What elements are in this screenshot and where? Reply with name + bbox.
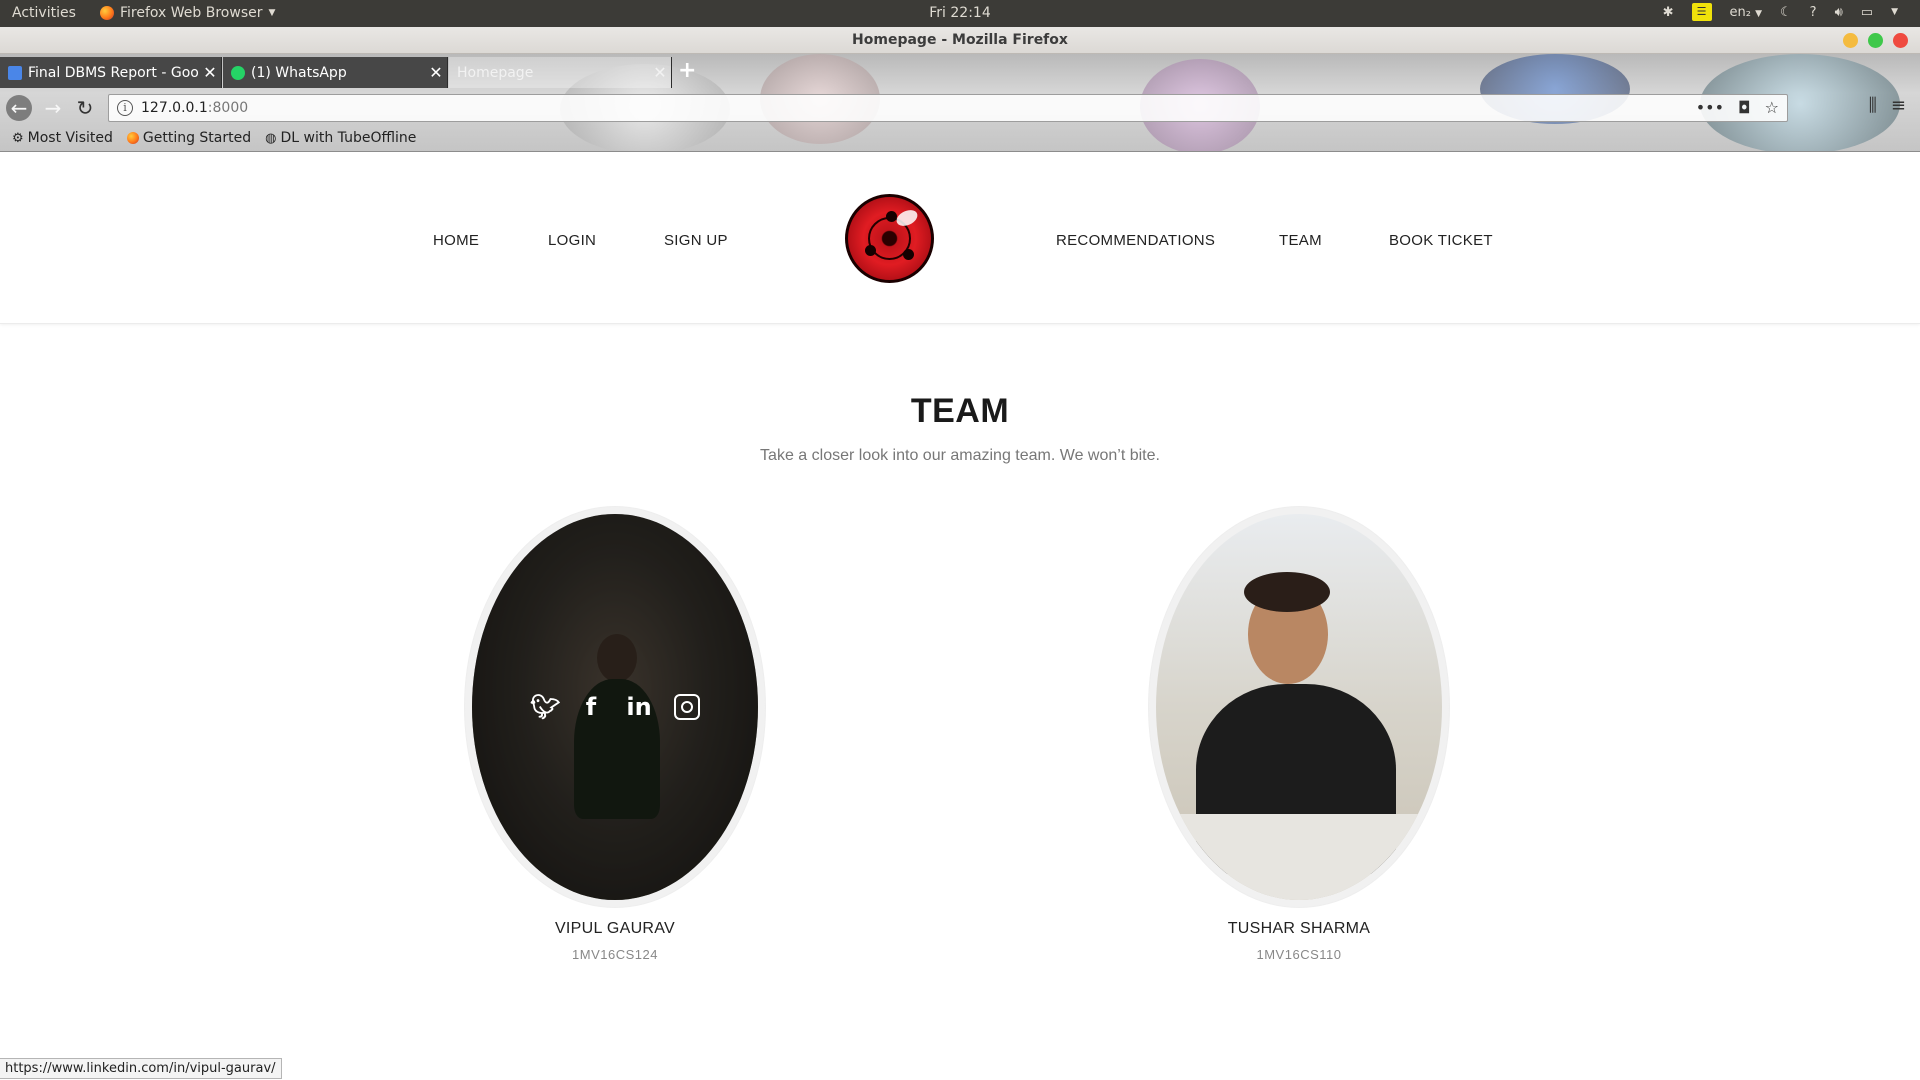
system-tray[interactable]: ✱ ☰ en₂ ▼ ☾ ? 🔊︎ ▭ ▼ — [1663, 3, 1898, 21]
member-name: VIPUL GAURAV — [554, 920, 676, 937]
status-url-preview: https://www.linkedin.com/in/vipul-gaurav… — [0, 1058, 282, 1079]
close-icon[interactable]: ✕ — [649, 63, 671, 82]
tab-homepage[interactable]: Homepage ✕ — [449, 57, 672, 88]
bluetooth-icon[interactable]: ✱ — [1663, 5, 1674, 20]
tab-title: (1) WhatsApp — [251, 64, 347, 81]
whatsapp-icon — [231, 65, 245, 80]
volume-icon[interactable]: 🔊︎ — [1835, 5, 1843, 20]
twitter-icon[interactable]: 🐦︎ — [530, 694, 560, 720]
bookmark-getting-started[interactable]: Getting Started — [126, 130, 252, 146]
language-label: en₂ — [1729, 4, 1751, 20]
language-indicator[interactable]: en₂ ▼ — [1730, 5, 1763, 20]
chevron-down-icon: ▼ — [1755, 8, 1763, 19]
tab-strip: Final DBMS Report - Goo ✕ (1) WhatsApp ✕… — [0, 54, 1920, 88]
close-window-button[interactable] — [1893, 33, 1908, 48]
tab-whatsapp[interactable]: (1) WhatsApp ✕ — [223, 57, 448, 88]
team-subtitle: Take a closer look into our amazing team… — [760, 447, 1160, 464]
page-actions-icon[interactable]: ••• — [1696, 98, 1724, 117]
library-icon[interactable]: ⫼ — [1869, 95, 1877, 116]
logo-tomoe — [903, 249, 914, 260]
system-top-bar: Activities Firefox Web Browser ▼ Fri 22:… — [0, 0, 1920, 27]
window-title: Homepage - Mozilla Firefox — [852, 32, 1068, 48]
url-text[interactable]: 127.0.0.1:8000 — [141, 100, 248, 116]
tab-title: Homepage — [457, 64, 534, 81]
member-photo-frame — [1149, 507, 1449, 907]
member-photo-frame: 🐦︎ f in ig — [465, 507, 765, 907]
nav-home[interactable]: HOME — [433, 232, 479, 249]
navigation-toolbar: ← → ↻ i 127.0.0.1:8000 ••• ◘ ☆ ⫼ ≡ — [0, 92, 1920, 124]
bookmark-star-icon[interactable]: ☆ — [1765, 98, 1779, 117]
maximize-button[interactable] — [1868, 33, 1883, 48]
nav-sign-up[interactable]: SIGN UP — [664, 232, 728, 249]
globe-icon: ◍ — [265, 130, 277, 146]
member-id: 1MV16CS110 — [1256, 947, 1342, 962]
gear-icon: ⚙ — [12, 130, 24, 146]
bookmark-label: DL with TubeOffline — [280, 130, 417, 146]
nav-team[interactable]: TEAM — [1279, 232, 1322, 249]
url-port: :8000 — [207, 100, 249, 116]
reload-button[interactable]: ↻ — [72, 95, 98, 121]
team-title: TEAM — [910, 392, 1010, 430]
chevron-down-icon[interactable]: ▼ — [1891, 7, 1898, 17]
close-icon[interactable]: ✕ — [199, 63, 221, 82]
back-button[interactable]: ← — [6, 95, 32, 121]
social-overlay: 🐦︎ f in ig — [472, 514, 758, 900]
bookmark-tubeoffline[interactable]: ◍ DL with TubeOffline — [265, 130, 416, 146]
night-light-icon[interactable]: ☾ — [1780, 5, 1792, 20]
address-bar-actions: ••• ◘ ☆ — [1696, 98, 1779, 117]
instagram-icon[interactable]: ig — [674, 694, 700, 720]
window-title-bar[interactable]: Homepage - Mozilla Firefox — [0, 27, 1920, 54]
member-id: 1MV16CS124 — [572, 947, 658, 962]
linkedin-icon[interactable]: in — [626, 694, 652, 720]
nav-login[interactable]: LOGIN — [548, 232, 596, 249]
member-photo[interactable] — [1156, 514, 1442, 900]
bookmark-label: Getting Started — [142, 130, 252, 146]
pocket-icon[interactable]: ◘ — [1738, 98, 1751, 117]
tab-dbms-report[interactable]: Final DBMS Report - Goo ✕ — [0, 57, 222, 88]
logo-tomoe — [865, 245, 876, 256]
desk — [1156, 814, 1442, 900]
battery-icon[interactable]: ▭ — [1861, 5, 1873, 20]
browser-chrome: Final DBMS Report - Goo ✕ (1) WhatsApp ✕… — [0, 54, 1920, 152]
bookmark-label: Most Visited — [27, 130, 113, 146]
help-icon[interactable]: ? — [1810, 5, 1817, 20]
person-hair — [1244, 572, 1330, 612]
url-host: 127.0.0.1 — [141, 100, 208, 116]
info-icon[interactable]: i — [117, 100, 133, 116]
site-logo[interactable] — [845, 194, 934, 283]
system-clock[interactable]: Fri 22:14 — [0, 5, 1920, 21]
nav-recommendations[interactable]: RECOMMENDATIONS — [1056, 232, 1215, 249]
address-bar[interactable]: i 127.0.0.1:8000 ••• ◘ ☆ — [108, 94, 1788, 122]
docs-icon — [8, 65, 22, 80]
firefox-icon — [126, 132, 139, 144]
tab-title: Final DBMS Report - Goo — [28, 64, 199, 81]
new-tab-button[interactable]: + — [678, 58, 696, 83]
window-controls — [1843, 33, 1908, 48]
toolbar-extras: ⫼ ≡ — [1869, 95, 1906, 116]
member-name: TUSHAR SHARMA — [1227, 920, 1371, 937]
bookmarks-toolbar: ⚙ Most Visited Getting Started ◍ DL with T… — [0, 126, 1920, 150]
close-icon[interactable]: ✕ — [425, 63, 447, 82]
facebook-icon[interactable]: f — [578, 694, 604, 720]
member-photo[interactable]: 🐦︎ f in ig — [472, 514, 758, 900]
minimize-button[interactable] — [1843, 33, 1858, 48]
bookmark-most-visited[interactable]: ⚙ Most Visited — [12, 130, 113, 146]
site-navbar: HOME LOGIN SIGN UP RECOMMENDATIONS TEAM … — [0, 152, 1920, 324]
notes-icon[interactable]: ☰ — [1691, 3, 1712, 21]
nav-book-ticket[interactable]: BOOK TICKET — [1389, 232, 1493, 249]
web-page: HOME LOGIN SIGN UP RECOMMENDATIONS TEAM … — [0, 152, 1920, 1060]
forward-button[interactable]: → — [40, 95, 66, 121]
menu-icon[interactable]: ≡ — [1891, 95, 1906, 116]
